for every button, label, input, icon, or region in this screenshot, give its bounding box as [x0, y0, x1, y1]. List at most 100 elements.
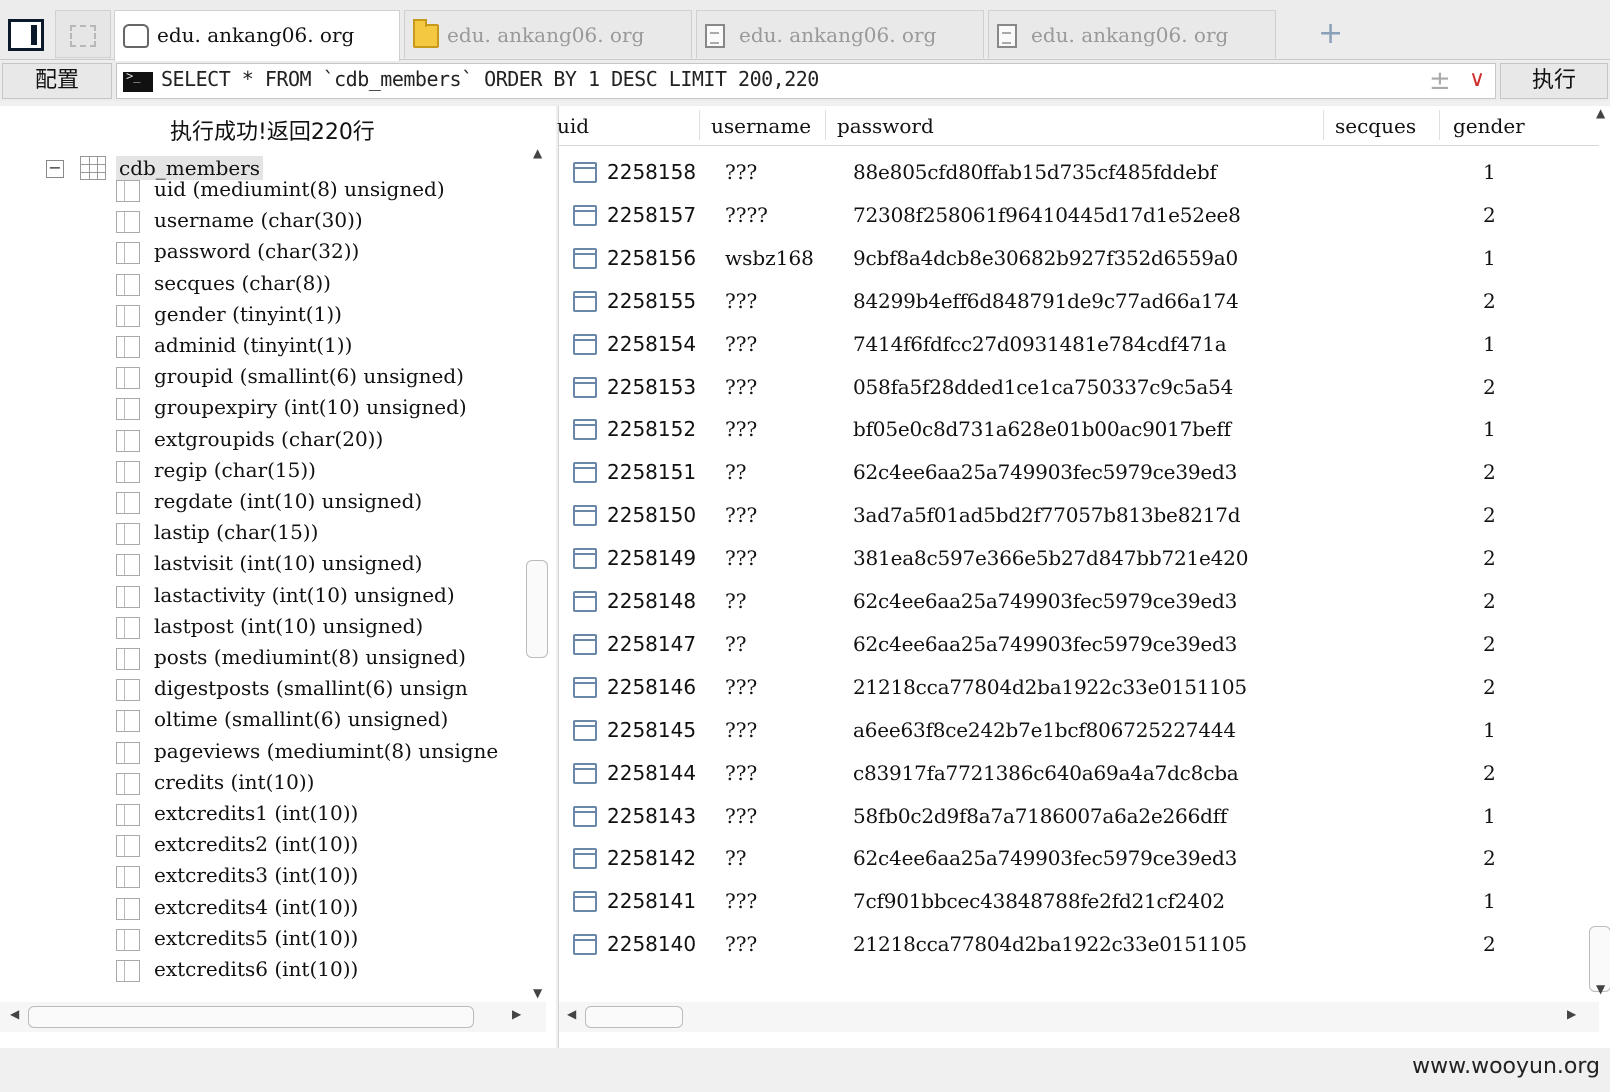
cell-gender[interactable]: 2 [1483, 289, 1496, 313]
column-header-password[interactable]: password [837, 114, 934, 138]
cell-gender[interactable]: 1 [1483, 417, 1496, 441]
cell-password[interactable]: 72308f258061f96410445d17d1e52ee8 [853, 203, 1241, 227]
cell-gender[interactable]: 1 [1483, 804, 1496, 828]
cell-uid[interactable]: 2258144 [607, 761, 696, 785]
cell-username[interactable]: ??? [725, 160, 757, 184]
table-row[interactable]: 2258157???? 72308f258061f96410445d17d1e52… [559, 193, 1599, 237]
cell-password[interactable]: a6ee63f8ce242b7e1bcf806725227444 [853, 718, 1236, 742]
cell-gender[interactable]: 2 [1483, 675, 1496, 699]
cell-gender[interactable]: 1 [1483, 246, 1496, 270]
tree-column-item[interactable]: password (char(32)) [116, 238, 526, 268]
table-row[interactable]: 2258152??? bf05e0c8d731a628e01b00ac9017be… [559, 407, 1599, 451]
cell-username[interactable]: ?? [725, 589, 746, 613]
cell-gender[interactable]: 2 [1483, 589, 1496, 613]
table-row[interactable]: 2258140??? 21218cca77804d2ba1922c33e01511… [559, 922, 1599, 966]
cell-password[interactable]: 62c4ee6aa25a749903fec5979ce39ed3 [853, 632, 1237, 656]
cell-password[interactable]: 84299b4eff6d848791de9c77ad66a174 [853, 289, 1239, 313]
cell-password[interactable]: 58fb0c2d9f8a7a7186007a6a2e266dff [853, 804, 1227, 828]
cell-password[interactable]: 3ad7a5f01ad5bd2f77057b813be8217d [853, 503, 1241, 527]
tab-4[interactable]: edu. ankang06. org [988, 10, 1276, 58]
column-header-gender[interactable]: gender [1453, 114, 1525, 138]
cell-uid[interactable]: 2258152 [607, 417, 696, 441]
column-header-secques[interactable]: secques [1335, 114, 1416, 138]
scroll-left-icon[interactable]: ◀ [10, 1007, 19, 1021]
table-row[interactable]: 2258144??? c83917fa7721386c640a69a4a7dc8c… [559, 751, 1599, 795]
tab-blank[interactable] [55, 10, 111, 58]
column-divider[interactable] [825, 110, 826, 140]
cell-username[interactable]: wsbz168 [725, 246, 814, 270]
cell-uid[interactable]: 2258149 [607, 546, 696, 570]
cell-uid[interactable]: 2258157 [607, 203, 696, 227]
tree-column-item[interactable]: regdate (int(10) unsigned) [116, 488, 526, 518]
tree-column-item[interactable]: pageviews (mediumint(8) unsigne [116, 738, 526, 768]
tree-column-item[interactable]: extgroupids (char(20)) [116, 426, 526, 456]
tree-horizontal-scrollbar[interactable]: ◀ ▶ [0, 1002, 546, 1032]
table-row[interactable]: 2258156 wsbz168 9cbf8a4dcb8e30682b927f352d… [559, 236, 1599, 280]
tab-1[interactable]: edu. ankang06. org [114, 10, 400, 61]
cell-uid[interactable]: 2258140 [607, 932, 696, 956]
scroll-up-icon[interactable]: ▲ [1596, 106, 1605, 120]
cell-username[interactable]: ??? [725, 718, 757, 742]
cell-username[interactable]: ??? [725, 761, 757, 785]
scrollbar-thumb[interactable] [526, 560, 548, 658]
cell-password[interactable]: 058fa5f28dded1ce1ca750337c9c5a54 [853, 375, 1233, 399]
tree-column-item[interactable]: extcredits1 (int(10)) [116, 800, 526, 830]
table-row[interactable]: 2258154??? 7414f6fdfcc27d0931481e784cdf47… [559, 322, 1599, 366]
chevron-down-icon[interactable]: ∨ [1469, 67, 1485, 92]
table-row[interactable]: 2258155??? 84299b4eff6d848791de9c77ad66a1… [559, 279, 1599, 323]
collapse-icon[interactable]: − [46, 160, 64, 178]
tree-column-item[interactable]: extcredits5 (int(10)) [116, 925, 526, 955]
cell-gender[interactable]: 2 [1483, 761, 1496, 785]
cell-password[interactable]: 21218cca77804d2ba1922c33e0151105 [853, 675, 1247, 699]
cell-username[interactable]: ???? [725, 203, 768, 227]
cell-gender[interactable]: 2 [1483, 503, 1496, 527]
cell-password[interactable]: 7cf901bbcec43848788fe2fd21cf2402 [853, 889, 1225, 913]
scroll-left-icon[interactable]: ◀ [567, 1007, 576, 1021]
cell-uid[interactable]: 2258151 [607, 460, 696, 484]
column-divider[interactable] [699, 110, 700, 140]
config-button[interactable]: 配置 [2, 63, 112, 99]
cell-uid[interactable]: 2258146 [607, 675, 696, 699]
column-header-username[interactable]: username [711, 114, 811, 138]
table-row[interactable]: 2258141??? 7cf901bbcec43848788fe2fd21cf24… [559, 879, 1599, 923]
scrollbar-thumb[interactable] [28, 1006, 474, 1028]
tree-column-item[interactable]: username (char(30)) [116, 207, 526, 237]
column-divider[interactable] [1323, 110, 1324, 140]
tree-column-item[interactable]: groupexpiry (int(10) unsigned) [116, 394, 526, 424]
cell-gender[interactable]: 1 [1483, 160, 1496, 184]
cell-password[interactable]: 62c4ee6aa25a749903fec5979ce39ed3 [853, 589, 1237, 613]
cell-username[interactable]: ??? [725, 417, 757, 441]
cell-password[interactable]: bf05e0c8d731a628e01b00ac9017beff [853, 417, 1231, 441]
cell-username[interactable]: ?? [725, 846, 746, 870]
table-row[interactable]: 2258147?? 62c4ee6aa25a749903fec5979ce39ed… [559, 622, 1599, 666]
tree-column-item[interactable]: secques (char(8)) [116, 270, 526, 300]
table-row[interactable]: 2258146??? 21218cca77804d2ba1922c33e01511… [559, 665, 1599, 709]
cell-uid[interactable]: 2258145 [607, 718, 696, 742]
scroll-right-icon[interactable]: ▶ [1567, 1007, 1576, 1021]
cell-gender[interactable]: 1 [1483, 889, 1496, 913]
cell-gender[interactable]: 1 [1483, 718, 1496, 742]
cell-password[interactable]: 9cbf8a4dcb8e30682b927f352d6559a0 [853, 246, 1238, 270]
cell-password[interactable]: 88e805cfd80ffab15d735cf485fddebf [853, 160, 1217, 184]
table-row[interactable]: 2258150??? 3ad7a5f01ad5bd2f77057b813be821… [559, 493, 1599, 537]
cell-gender[interactable]: 1 [1483, 332, 1496, 356]
sql-query-text[interactable]: SELECT * FROM `cdb_members` ORDER BY 1 D… [161, 67, 819, 91]
tree-column-item[interactable]: gender (tinyint(1)) [116, 301, 526, 331]
table-row[interactable]: 2258148?? 62c4ee6aa25a749903fec5979ce39ed… [559, 579, 1599, 623]
tree-column-item[interactable]: groupid (smallint(6) unsigned) [116, 363, 526, 393]
tree-column-item[interactable]: extcredits2 (int(10)) [116, 831, 526, 861]
tree-column-item[interactable]: digestposts (smallint(6) unsign [116, 675, 526, 705]
cell-uid[interactable]: 2258148 [607, 589, 696, 613]
tab-3[interactable]: edu. ankang06. org [696, 10, 984, 58]
tree-column-item[interactable]: lastactivity (int(10) unsigned) [116, 582, 526, 612]
cell-gender[interactable]: 2 [1483, 846, 1496, 870]
table-row[interactable]: 2258143??? 58fb0c2d9f8a7a7186007a6a2e266d… [559, 794, 1599, 838]
table-row[interactable]: 2258153??? 058fa5f28dded1ce1ca750337c9c5a… [559, 365, 1599, 409]
tree-column-item[interactable]: credits (int(10)) [116, 769, 526, 799]
cell-password[interactable]: 7414f6fdfcc27d0931481e784cdf471a [853, 332, 1227, 356]
scroll-down-icon[interactable]: ▼ [1596, 982, 1605, 996]
sidebar-toggle-icon[interactable] [8, 19, 44, 51]
tree-column-item[interactable]: uid (mediumint(8) unsigned) [116, 176, 526, 206]
cell-gender[interactable]: 2 [1483, 375, 1496, 399]
column-divider[interactable] [1439, 110, 1440, 140]
